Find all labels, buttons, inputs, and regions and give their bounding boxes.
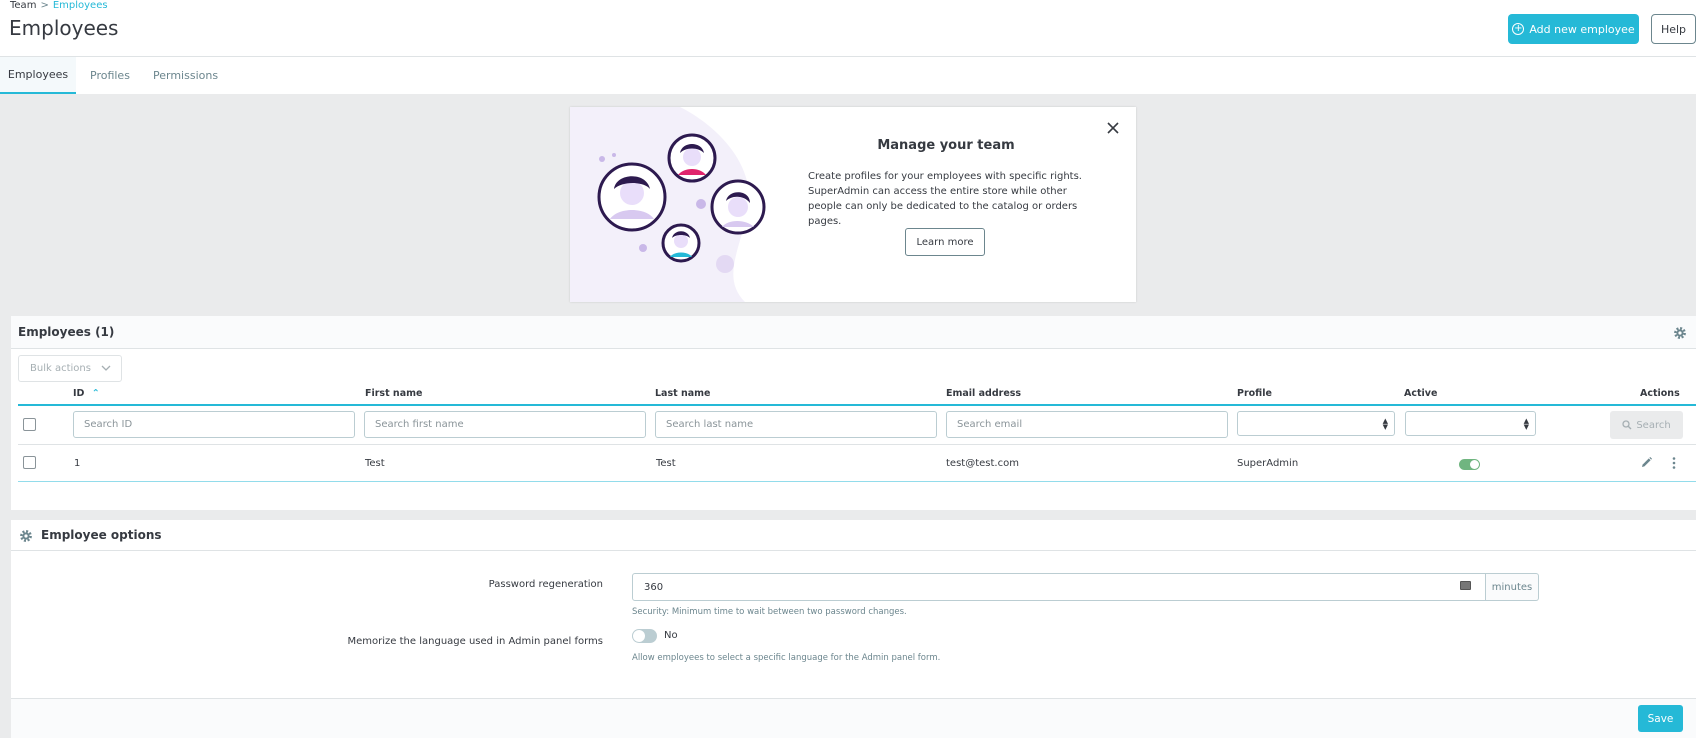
learn-more-button[interactable]: Learn more [905,228,985,256]
add-employee-button[interactable]: + Add new employee [1508,14,1639,44]
plus-circle-icon: + [1512,23,1525,35]
team-promo-card: Manage your team Create profiles for you… [570,107,1136,302]
employee-options-card: Employee options Password regeneration 3… [11,520,1696,738]
column-header-first-name[interactable]: First name [365,388,422,399]
save-button[interactable]: Save [1638,705,1683,732]
select-arrows-icon: ▲ ▼ [1523,417,1529,431]
filter-row-divider [18,444,1696,445]
close-icon[interactable] [1106,121,1120,135]
breadcrumb: Team > Employees [10,0,108,11]
table-bottom-divider [18,481,1696,482]
column-header-actions: Actions [1640,388,1680,399]
keyboard-icon [1460,581,1471,590]
password-help-text: Security: Minimum time to wait between t… [632,607,907,617]
help-button[interactable]: Help [1651,14,1696,44]
column-header-active[interactable]: Active [1404,388,1437,399]
memorize-language-toggle[interactable] [632,629,657,643]
bulk-actions-dropdown[interactable]: Bulk actions [18,355,122,382]
more-vertical-icon[interactable] [1671,456,1677,470]
chevron-down-icon [101,365,111,371]
cell-profile: SuperAdmin [1237,458,1299,469]
breadcrumb-parent[interactable]: Team [10,0,36,11]
gear-icon[interactable] [1673,326,1687,340]
password-regeneration-value: 360 [644,581,664,593]
active-filter-select[interactable]: ▲ ▼ [1405,411,1536,436]
add-employee-label: Add new employee [1529,22,1635,36]
table-header-divider [18,404,1696,406]
promo-text: Create profiles for your employees with … [808,171,1082,227]
cell-email: test@test.com [946,458,1019,469]
page-header: Team > Employees Employees + Add new emplo… [0,0,1696,94]
cell-id: 1 [74,458,81,469]
tab-permissions[interactable]: Permissions [153,57,218,94]
sort-asc-icon: ⌃ [91,388,100,399]
tab-employees[interactable]: Employees [0,57,76,94]
row-checkbox[interactable] [23,456,36,469]
memorize-language-value: No [664,630,678,641]
memorize-language-label: Memorize the language used in Admin pane… [347,636,603,647]
search-last-name-input[interactable]: Search last name [655,411,937,438]
search-email-input[interactable]: Search email [946,411,1228,438]
bulk-actions-label: Bulk actions [30,363,91,374]
minutes-addon: minutes [1486,573,1539,601]
search-button-label: Search [1636,419,1671,431]
cell-last-name: Test [656,458,676,469]
active-toggle[interactable] [1459,459,1480,470]
employee-options-title: Employee options [41,528,162,542]
page-title: Employees [9,16,119,40]
employee-options-footer [11,698,1696,738]
employees-card-title: Employees (1) [18,325,115,339]
search-id-input[interactable]: Search ID [73,411,355,438]
column-header-email[interactable]: Email address [946,388,1021,399]
select-arrows-icon: ▲ ▼ [1382,417,1388,431]
password-regeneration-input[interactable]: 360 [632,573,1486,601]
employees-card-header: Employees (1) [11,316,1696,349]
password-regeneration-label: Password regeneration [488,579,603,590]
profile-filter-select[interactable]: ▲ ▼ [1237,411,1395,436]
search-button[interactable]: Search [1610,411,1683,439]
column-header-last-name[interactable]: Last name [655,388,710,399]
cell-first-name: Test [365,458,385,469]
breadcrumb-separator: > [40,0,49,11]
employee-options-header: Employee options [11,520,1696,551]
tab-bar: Employees Profiles Permissions [0,56,1696,94]
column-header-id-label: ID [73,388,85,399]
gear-icon [20,530,32,542]
memorize-help-text: Allow employees to select a specific lan… [632,653,941,663]
breadcrumb-current[interactable]: Employees [53,0,108,11]
edit-icon[interactable] [1640,456,1653,469]
employees-card: Employees (1) Bulk actions ID ⌃ First na… [11,316,1696,510]
search-icon [1622,420,1632,430]
promo-title: Manage your team [877,138,1015,153]
search-first-name-input[interactable]: Search first name [364,411,646,438]
column-header-id[interactable]: ID ⌃ [73,388,100,399]
tab-profiles[interactable]: Profiles [90,57,130,94]
column-header-profile[interactable]: Profile [1237,388,1272,399]
team-illustration [570,107,766,302]
select-all-checkbox[interactable] [23,418,36,431]
